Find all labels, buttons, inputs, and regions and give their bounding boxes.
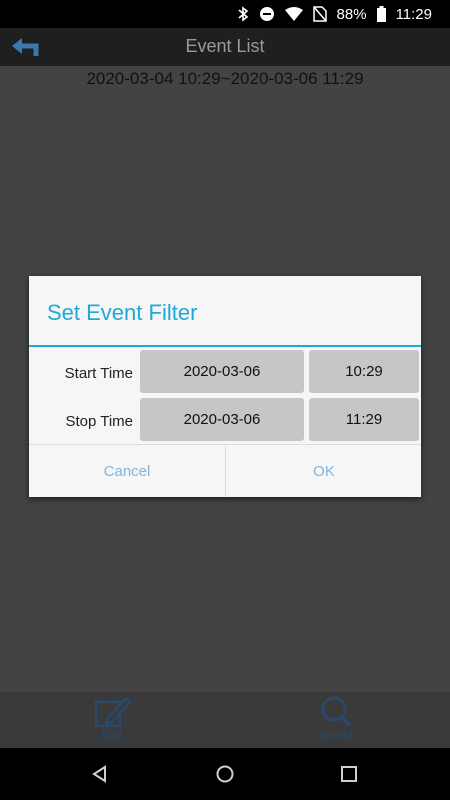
bluetooth-icon <box>237 6 249 22</box>
cancel-button[interactable]: Cancel <box>29 445 225 497</box>
search-button[interactable]: Search <box>277 692 397 748</box>
edit-button[interactable]: Edit <box>52 692 172 748</box>
no-sim-icon <box>312 6 327 22</box>
nav-back-icon[interactable] <box>88 762 112 786</box>
start-time-label: Start Time <box>64 365 133 382</box>
date-range-text: 2020-03-04 10:29~2020-03-06 11:29 <box>86 69 364 88</box>
edit-label: Edit <box>101 728 123 742</box>
bottom-toolbar: Edit Search <box>0 692 450 748</box>
nav-recents-icon[interactable] <box>337 762 361 786</box>
battery-percent: 88% <box>336 5 367 23</box>
status-bar: 88% 11:29 <box>0 0 450 28</box>
nav-home-icon[interactable] <box>213 762 237 786</box>
app-bar: Event List <box>0 28 450 66</box>
event-filter-dialog: Set Event Filter Start Time 2020-03-06 1… <box>29 276 421 497</box>
page-title: Event List <box>185 36 265 56</box>
start-date-field[interactable]: 2020-03-06 <box>140 350 304 393</box>
stop-time-field[interactable]: 11:29 <box>309 398 419 441</box>
wifi-icon <box>284 7 303 21</box>
start-time-field[interactable]: 10:29 <box>309 350 419 393</box>
stop-date-field[interactable]: 2020-03-06 <box>140 398 304 441</box>
do-not-disturb-icon <box>259 6 275 22</box>
search-label: Search <box>317 728 357 742</box>
stop-time-label: Stop Time <box>65 413 133 430</box>
search-icon <box>277 694 397 730</box>
status-time: 11:29 <box>395 5 432 23</box>
ok-button[interactable]: OK <box>226 445 422 497</box>
navigation-bar <box>0 748 450 800</box>
edit-icon <box>52 694 172 730</box>
dialog-title-divider <box>29 345 421 347</box>
battery-icon <box>376 6 386 22</box>
dialog-title: Set Event Filter <box>47 300 198 325</box>
status-icons: 88% 11:29 <box>237 0 432 28</box>
